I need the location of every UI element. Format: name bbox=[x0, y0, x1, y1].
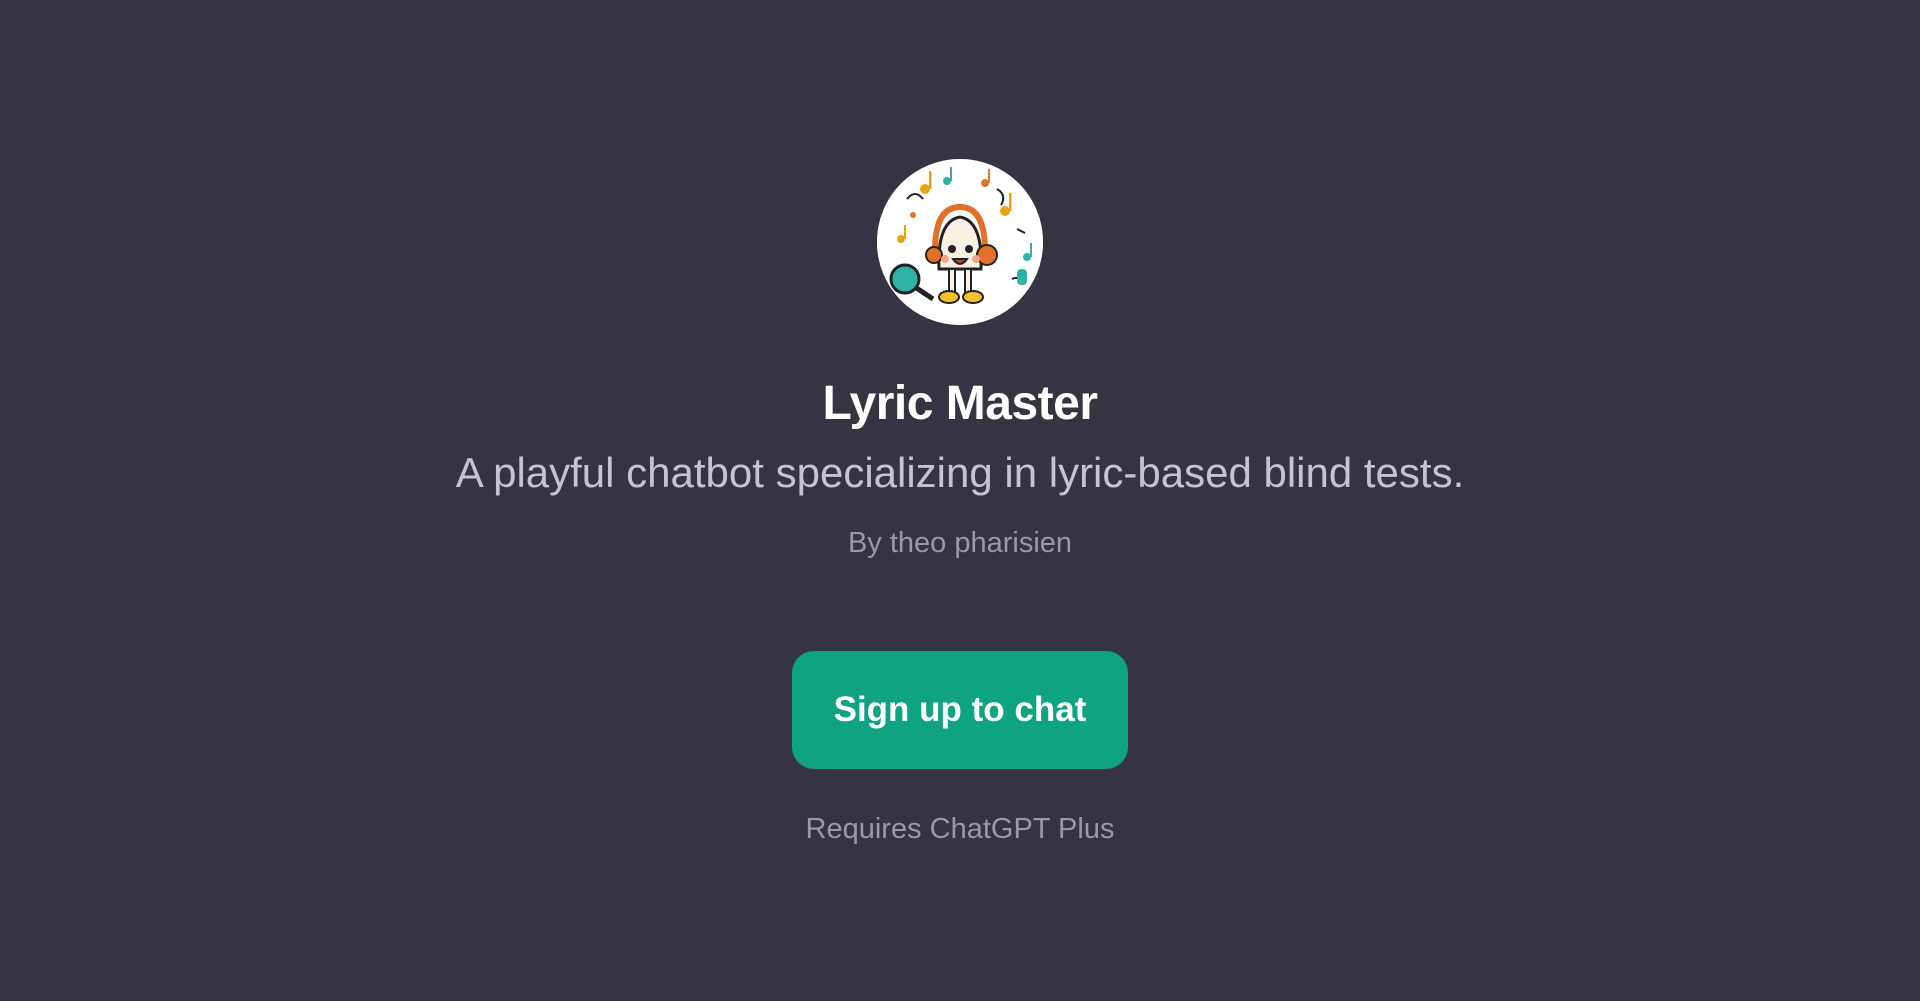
gpt-description: A playful chatbot specializing in lyric-… bbox=[455, 449, 1465, 496]
gpt-landing-page: Lyric Master A playful chatbot specializ… bbox=[0, 0, 1920, 1001]
gpt-author: By theo pharisien bbox=[847, 527, 1073, 559]
sign-up-to-chat-button[interactable]: Sign up to chat bbox=[792, 651, 1128, 769]
gpt-name: Lyric Master bbox=[822, 377, 1098, 430]
plan-requirement-note: Requires ChatGPT Plus bbox=[805, 813, 1115, 845]
gpt-avatar bbox=[877, 159, 1043, 325]
singing-character-icon bbox=[877, 159, 1043, 325]
